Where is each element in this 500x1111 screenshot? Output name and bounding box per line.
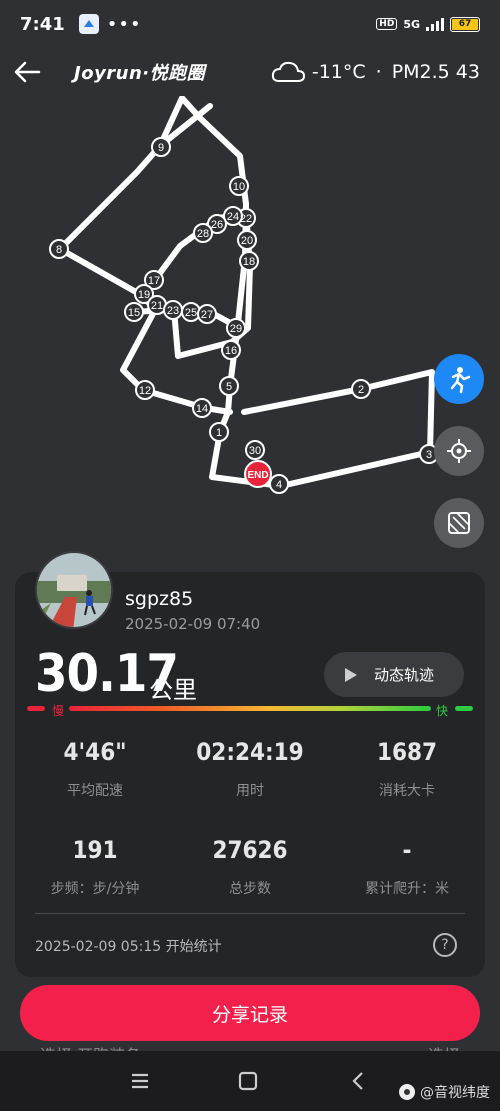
stat-label: 消耗大卡 bbox=[379, 783, 435, 799]
play-icon bbox=[345, 667, 357, 682]
stat-calories: 1687 消耗大卡 bbox=[332, 738, 482, 800]
more-notifications-icon: ••• bbox=[106, 13, 142, 35]
marker-8: 8 bbox=[56, 244, 62, 256]
stat-duration: 02:24:19 用时 bbox=[175, 738, 325, 800]
pace-bar: 慢 快 bbox=[25, 702, 475, 722]
username: sgpz85 bbox=[125, 588, 194, 610]
watermark-logo-icon bbox=[399, 1084, 415, 1100]
locate-button[interactable] bbox=[434, 426, 484, 476]
marker-15: 15 bbox=[128, 307, 140, 319]
stat-avg-pace: 4'46" 平均配速 bbox=[20, 738, 170, 800]
home-icon[interactable] bbox=[236, 1069, 260, 1093]
back-arrow-icon[interactable] bbox=[10, 55, 44, 89]
replay-track-button[interactable]: 动态轨迹 bbox=[324, 652, 464, 697]
crosshair-icon bbox=[447, 439, 471, 463]
route-track: 1 2 3 4 5 8 9 10 12 14 15 16 17 18 19 20… bbox=[49, 96, 439, 494]
stat-steps: 27626 总步数 bbox=[175, 836, 325, 898]
system-nav-bar bbox=[0, 1051, 500, 1111]
menu-icon[interactable] bbox=[128, 1069, 152, 1093]
pace-endcap-slow bbox=[27, 706, 45, 711]
temperature: -11°C bbox=[311, 61, 366, 83]
air-quality: PM2.5 43 bbox=[391, 61, 480, 83]
marker-29: 29 bbox=[230, 323, 242, 335]
stat-label: 步频：步/分钟 bbox=[50, 881, 140, 897]
marker-16: 16 bbox=[225, 345, 237, 357]
start-time-text: 2025-02-09 05:15 开始统计 bbox=[35, 939, 222, 955]
battery-icon: 67 bbox=[450, 16, 480, 32]
marker-25: 25 bbox=[185, 307, 197, 319]
marker-9: 9 bbox=[158, 142, 164, 154]
status-bar: 7:41 ••• HD 5G 67 bbox=[0, 0, 500, 48]
marker-5: 5 bbox=[226, 381, 232, 393]
marker-3: 3 bbox=[426, 449, 432, 461]
share-record-button[interactable]: 分享记录 bbox=[20, 985, 480, 1041]
watermark: @音视纬度 bbox=[398, 1082, 490, 1102]
marker-30: 30 bbox=[249, 445, 261, 457]
run-summary-card: sgpz85 2025-02-09 07:40 30.17 公里 动态轨迹 慢 … bbox=[15, 551, 485, 977]
header: Joyrun·悦跑圈 -11°C · PM2.5 43 bbox=[0, 48, 500, 96]
map-layer-button[interactable] bbox=[434, 498, 484, 548]
status-time: 7:41 bbox=[20, 13, 65, 35]
watermark-text: @音视纬度 bbox=[420, 1085, 490, 1101]
map-layer-icon bbox=[448, 512, 470, 534]
marker-26: 26 bbox=[211, 219, 223, 231]
replay-track-label: 动态轨迹 bbox=[374, 666, 435, 684]
marker-12: 12 bbox=[139, 385, 151, 397]
marker-22: 22 bbox=[240, 213, 252, 225]
end-marker: END bbox=[244, 460, 272, 488]
back-icon[interactable] bbox=[346, 1069, 370, 1093]
status-indicators: HD 5G 67 bbox=[376, 16, 480, 32]
marker-28: 28 bbox=[197, 228, 209, 240]
end-label: END bbox=[247, 470, 268, 481]
marker-2: 2 bbox=[358, 384, 364, 396]
hd-badge: HD bbox=[376, 18, 398, 30]
pace-fast-label: 快 bbox=[435, 702, 450, 719]
stat-label: 用时 bbox=[236, 783, 264, 799]
divider bbox=[35, 913, 465, 914]
marker-1: 1 bbox=[216, 427, 222, 439]
stat-value: 02:24:19 bbox=[196, 738, 304, 766]
stat-label: 平均配速 bbox=[67, 783, 123, 799]
marker-14: 14 bbox=[196, 403, 208, 415]
marker-4: 4 bbox=[276, 479, 282, 491]
run-mode-button[interactable] bbox=[434, 354, 484, 404]
app-notification-icon bbox=[78, 14, 99, 34]
stat-cadence: 191 步频：步/分钟 bbox=[20, 836, 170, 898]
signal-icon bbox=[426, 17, 444, 31]
marker-21: 21 bbox=[151, 300, 163, 312]
weather-info: -11°C · PM2.5 43 bbox=[270, 59, 490, 85]
app-brand-logo: Joyrun·悦跑圈 bbox=[74, 63, 206, 84]
stat-elevation: - 累计爬升：米 bbox=[332, 836, 482, 898]
marker-20: 20 bbox=[241, 235, 253, 247]
network-label: 5G bbox=[403, 17, 420, 31]
stat-value: 4'46" bbox=[63, 738, 127, 766]
stat-value: - bbox=[402, 836, 412, 864]
pace-gradient bbox=[69, 706, 431, 711]
marker-18: 18 bbox=[243, 256, 255, 268]
runner-icon bbox=[450, 367, 471, 394]
stat-label: 总步数 bbox=[229, 881, 271, 897]
marker-23: 23 bbox=[167, 305, 179, 317]
marker-10: 10 bbox=[233, 181, 245, 193]
stat-value: 27626 bbox=[212, 836, 288, 864]
run-date-time: 2025-02-09 07:40 bbox=[125, 615, 261, 633]
marker-17: 17 bbox=[148, 275, 160, 287]
marker-27: 27 bbox=[201, 309, 213, 321]
weather-separator: · bbox=[375, 61, 382, 83]
route-map[interactable]: 1 2 3 4 5 8 9 10 12 14 15 16 17 18 19 20… bbox=[0, 96, 500, 576]
share-record-label: 分享记录 bbox=[211, 1003, 288, 1026]
help-icon[interactable]: ? bbox=[433, 933, 457, 957]
marker-19: 19 bbox=[138, 289, 150, 301]
avatar[interactable] bbox=[35, 551, 113, 629]
marker-24: 24 bbox=[227, 211, 239, 223]
stat-value: 1687 bbox=[376, 738, 438, 766]
distance-unit: 公里 bbox=[149, 676, 197, 704]
stat-label: 累计爬升：米 bbox=[365, 881, 449, 897]
cloud-icon bbox=[271, 61, 305, 82]
pace-slow-label: 慢 bbox=[51, 702, 66, 719]
pace-endcap-fast bbox=[455, 706, 473, 711]
battery-level: 67 bbox=[452, 18, 478, 30]
stat-value: 191 bbox=[72, 836, 118, 864]
